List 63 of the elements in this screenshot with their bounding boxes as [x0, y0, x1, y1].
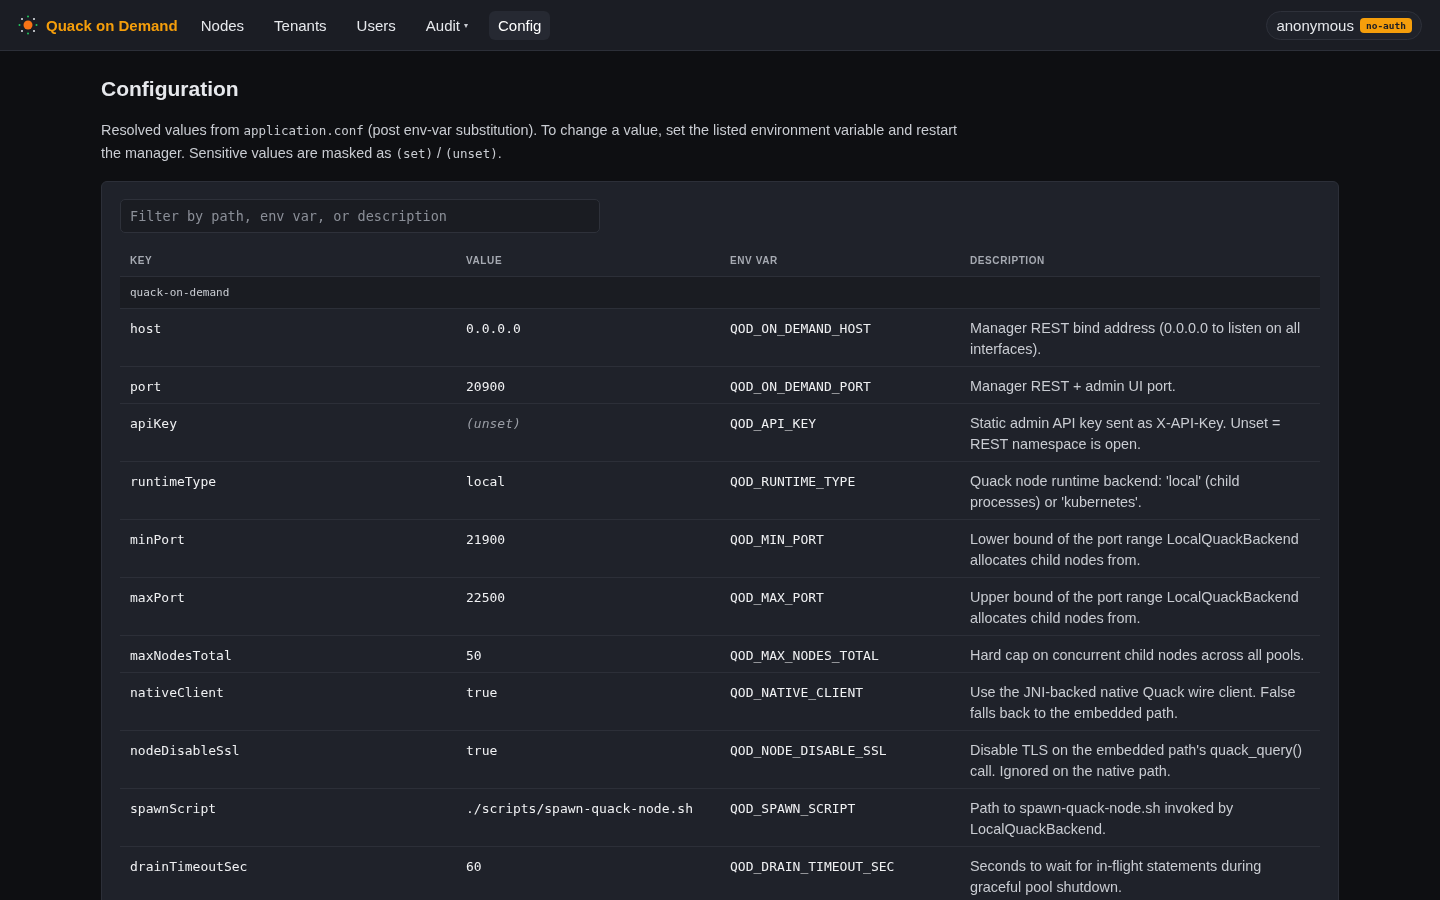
table-cell: QOD_ON_DEMAND_HOST — [720, 308, 960, 367]
table-cell: QOD_MAX_NODES_TOTAL — [720, 635, 960, 673]
table-cell: nativeClient — [120, 672, 456, 731]
column-header: DESCRIPTION — [960, 251, 1320, 277]
table-cell: QOD_MAX_PORT — [720, 577, 960, 636]
table-cell: minPort — [120, 519, 456, 578]
page-title: Configuration — [101, 77, 240, 101]
table-cell: nodeDisableSsl — [120, 730, 456, 789]
table-cell: true — [456, 730, 720, 789]
column-header: VALUE — [456, 251, 720, 277]
table-cell: 50 — [456, 635, 720, 673]
table-cell: Upper bound of the port range LocalQuackBackend allocates child nodes from. — [960, 577, 1320, 636]
caret-icon: ▾ — [464, 20, 468, 30]
table-cell: maxPort — [120, 577, 456, 636]
sun-logo-icon — [18, 15, 38, 35]
nav-link[interactable]: Audit ▾ — [416, 10, 477, 40]
intro-text: Resolved values from application.conf (post env-var substitution). To change a value, set the listed environment variable and restart the manager. Sensitive values are masked as (set) / (unset). — [101, 121, 959, 163]
nav-link[interactable]: Users — [347, 10, 405, 40]
user-chip[interactable]: anonymous no-auth — [1266, 10, 1422, 40]
table-cell: 60 — [456, 846, 720, 900]
table-cell: 20900 — [456, 366, 720, 404]
table-cell: apiKey — [120, 403, 456, 462]
table-cell: Manager REST + admin UI port. — [960, 366, 1320, 404]
nav-link[interactable]: Config — [489, 10, 551, 40]
column-header: KEY — [120, 251, 456, 277]
table-cell: Use the JNI-backed native Quack wire client. False falls back to the embedded path. — [960, 672, 1320, 731]
table-cell: Seconds to wait for in-flight statements during graceful pool shutdown. — [960, 846, 1320, 900]
table-cell: Hard cap on concurrent child nodes across all pools. — [960, 635, 1320, 673]
column-header: ENV VAR — [720, 251, 960, 277]
filter-field[interactable]: Filter by path, env var, or description — [120, 199, 600, 233]
table-cell: QOD_NODE_DISABLE_SSL — [720, 730, 960, 789]
table-cell: maxNodesTotal — [120, 635, 456, 673]
table-cell: QOD_NATIVE_CLIENT — [720, 672, 960, 731]
table-cell: drainTimeoutSec — [120, 846, 456, 900]
table-cell: runtimeType — [120, 461, 456, 520]
nav-link[interactable]: Nodes — [191, 10, 254, 40]
table-cell: QOD_RUNTIME_TYPE — [720, 461, 960, 520]
table-cell: Manager REST bind address (0.0.0.0 to listen on all interfaces). — [960, 308, 1320, 367]
table-cell: true — [456, 672, 720, 731]
table-cell: local — [456, 461, 720, 520]
brand-name[interactable]: Quack on Demand — [46, 16, 178, 34]
table-cell: spawnScript — [120, 788, 456, 847]
table-cell: Quack node runtime backend: 'local' (child processes) or 'kubernetes'. — [960, 461, 1320, 520]
table-cell: port — [120, 366, 456, 404]
table-cell: 21900 — [456, 519, 720, 578]
auth-badge: no-auth — [1359, 17, 1412, 33]
table-cell: (unset) — [456, 403, 720, 462]
table-cell: QOD_MIN_PORT — [720, 519, 960, 578]
table-cell: QOD_API_KEY — [720, 403, 960, 462]
table-cell: host — [120, 308, 456, 367]
table-cell: Lower bound of the port range LocalQuackBackend allocates child nodes from. — [960, 519, 1320, 578]
nav-link[interactable]: Tenants — [265, 10, 336, 40]
table-cell: Disable TLS on the embedded path's quack_query() call. Ignored on the native path. — [960, 730, 1320, 789]
table-cell: QOD_DRAIN_TIMEOUT_SEC — [720, 846, 960, 900]
table-cell: ./scripts/spawn-quack-node.sh — [456, 788, 720, 847]
table-cell: 0.0.0.0 — [456, 308, 720, 367]
table-cell: 22500 — [456, 577, 720, 636]
group-header: quack-on-demand — [120, 276, 1320, 309]
user-name: anonymous — [1276, 16, 1354, 34]
table-cell: Static admin API key sent as X-API-Key. Unset = REST namespace is open. — [960, 403, 1320, 462]
table-cell: Path to spawn-quack-node.sh invoked by LocalQuackBackend. — [960, 788, 1320, 847]
table-cell: QOD_ON_DEMAND_PORT — [720, 366, 960, 404]
table-cell: QOD_SPAWN_SCRIPT — [720, 788, 960, 847]
